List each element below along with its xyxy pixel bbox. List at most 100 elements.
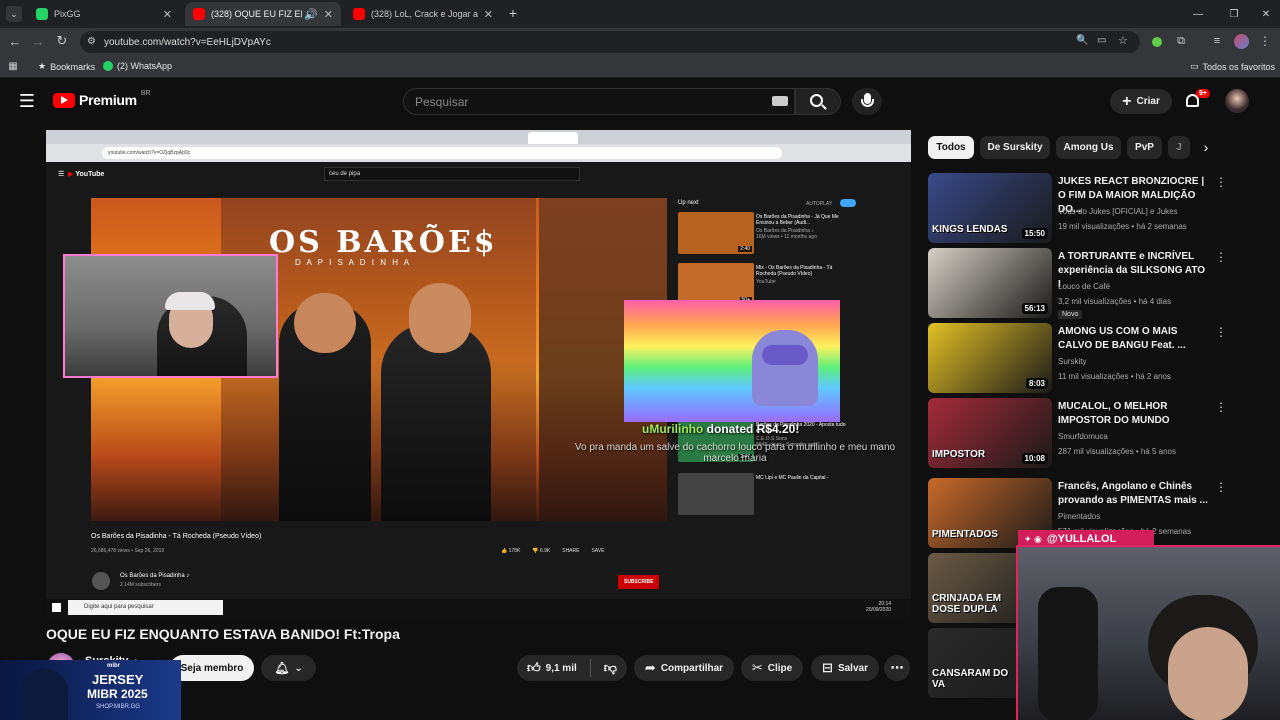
new-tab-button[interactable]: +: [505, 5, 521, 21]
recommended-video[interactable]: 56:13 A TORTURANTE e INCRÍVEL experiência…: [928, 248, 1228, 319]
url-text: youtube.com/watch?v=EeHLjDVpAYc: [104, 36, 271, 48]
close-tab-icon[interactable]: ✕: [163, 8, 172, 21]
recommended-channel[interactable]: Smurfdomuca: [1058, 432, 1108, 441]
whatsapp-bookmark[interactable]: (2) WhatsApp: [103, 61, 172, 71]
inner-like-count: 👍 178K: [501, 548, 521, 554]
video-thumbnail[interactable]: 8:03: [928, 323, 1052, 393]
logo-text: Premium: [79, 92, 137, 108]
extensions-puzzle-icon[interactable]: ⧉: [1174, 34, 1188, 48]
create-label: Criar: [1136, 96, 1160, 107]
more-options-icon[interactable]: ⋮: [1215, 400, 1227, 414]
save-button[interactable]: ⊟ Salvar: [811, 655, 879, 681]
recommended-video[interactable]: KINGS LENDAS 15:50 JUKES REACT BRONZIOCRE …: [928, 173, 1228, 243]
tab-lol-video[interactable]: (328) LoL, Crack e Jogar a Vó d ✕: [345, 2, 501, 26]
video-thumbnail[interactable]: IMPOSTOR 10:08: [928, 398, 1052, 468]
forward-icon[interactable]: →: [31, 34, 45, 49]
band-member-left-face: [294, 293, 356, 353]
create-button[interactable]: + Criar: [1110, 89, 1172, 114]
inner-dislike-count: 👎 6.9K: [532, 548, 551, 554]
inner-share: SHARE: [562, 548, 580, 554]
more-options-icon[interactable]: ⋮: [1215, 250, 1227, 264]
browser-tab-bar: ⌄ PixGG ✕ (328) OQUE EU FIZ ENQUAN 🔊 ✕ (…: [0, 0, 1280, 28]
chip-from-surskity[interactable]: De Surskity: [980, 136, 1050, 159]
bookmark-star-icon[interactable]: ☆: [1118, 34, 1128, 47]
social-icons: ✦ ◉: [1024, 533, 1042, 544]
donation-amount: donated R$4.20!: [703, 422, 800, 436]
more-options-icon[interactable]: ⋮: [1215, 480, 1227, 494]
inner-upnext-thumb: 2:40: [678, 212, 754, 254]
cast-icon[interactable]: ▭: [1097, 35, 1106, 46]
restore-icon[interactable]: ❐: [1226, 6, 1242, 22]
member-label: Seja membro: [180, 662, 244, 674]
tab-active-video[interactable]: (328) OQUE EU FIZ ENQUAN 🔊 ✕: [185, 2, 341, 26]
chip-pvp[interactable]: PvP: [1127, 136, 1162, 159]
reload-icon[interactable]: ↻: [55, 33, 69, 48]
apps-grid-icon[interactable]: ▦: [7, 60, 19, 72]
recommended-channel[interactable]: Vods do Jukes [OFICIAL] e Jukes: [1058, 207, 1178, 216]
webcam-cap: [165, 292, 215, 310]
inner-upnext-text: MC Lipi e MC Paulin da Capital -: [756, 475, 851, 483]
minimize-icon[interactable]: —: [1190, 6, 1206, 22]
close-tab-icon[interactable]: ✕: [484, 8, 493, 21]
scissors-icon: ✂: [751, 660, 763, 675]
recommended-meta: 11 mil visualizações • há 2 anos: [1058, 372, 1171, 381]
share-arrow-icon: ➦: [644, 660, 656, 675]
like-button[interactable]: 👍︎ 9,1 mil 👎︎: [517, 655, 627, 681]
all-favorites-folder[interactable]: ▭ Todos os favoritos: [1190, 61, 1275, 72]
close-window-icon[interactable]: ✕: [1258, 6, 1274, 22]
inner-upnext-text: Os Barões da Pisadinha - Já Que Me Ensin…: [756, 214, 851, 240]
recommended-title[interactable]: Francês, Angolano e Chinês provando as P…: [1058, 480, 1210, 508]
bookmarks-label: Bookmarks: [50, 61, 96, 72]
reading-list-icon[interactable]: ≡: [1210, 34, 1224, 48]
audio-icon[interactable]: 🔊: [304, 8, 318, 21]
inner-upnext-text: Mix - Os Barões da Pisadinha - Tá Roched…: [756, 265, 851, 285]
profile-avatar[interactable]: [1234, 34, 1249, 49]
site-info-icon[interactable]: ⚙: [87, 36, 96, 47]
recommended-video[interactable]: 8:03 AMONG US COM O MAIS CALVO DE BANGU F…: [928, 323, 1228, 393]
promo-url: SHOP.MIBR.GG: [96, 704, 140, 710]
subscribed-bell-button[interactable]: 🔔︎ ⌄: [261, 655, 316, 681]
inner-autoplay-toggle: [840, 199, 856, 207]
close-tab-icon[interactable]: ✕: [324, 8, 333, 21]
search-input[interactable]: Pesquisar: [403, 88, 795, 115]
tab-search-icon[interactable]: ⌄: [6, 6, 22, 22]
whatsapp-label: (2) WhatsApp: [117, 61, 173, 71]
keyboard-icon[interactable]: [772, 96, 788, 106]
zoom-icon[interactable]: 🔍: [1076, 35, 1088, 46]
account-avatar[interactable]: [1225, 89, 1249, 113]
video-thumbnail[interactable]: 56:13: [928, 248, 1052, 318]
voice-search-button[interactable]: [852, 88, 882, 115]
youtube-premium-logo[interactable]: Premium BR: [53, 90, 151, 108]
more-options-icon[interactable]: ⋮: [1215, 325, 1227, 339]
more-options-icon[interactable]: ⋮: [1215, 175, 1227, 189]
back-icon[interactable]: ←: [8, 34, 22, 49]
more-actions-button[interactable]: ⋯: [884, 655, 910, 681]
clip-button[interactable]: ✂ Clipe: [741, 655, 803, 681]
bookmarks-folder[interactable]: ★ Bookmarks: [38, 61, 95, 72]
address-bar[interactable]: ⚙ youtube.com/watch?v=EeHLjDVpAYc 🔍 ▭ ☆: [80, 31, 1140, 53]
inner-up-next-label: Up next: [678, 200, 699, 206]
recommended-channel[interactable]: Pimentados: [1058, 512, 1100, 521]
search-button[interactable]: [795, 88, 841, 115]
tab-pixgg[interactable]: PixGG ✕: [28, 2, 180, 26]
share-button[interactable]: ➦ Compartilhar: [634, 655, 734, 681]
recommended-channel[interactable]: Surskity: [1058, 357, 1086, 366]
recommended-channel[interactable]: Louco de Café: [1058, 282, 1110, 291]
extension-green-icon[interactable]: [1152, 37, 1162, 47]
chip-partial[interactable]: J: [1168, 136, 1190, 159]
share-label: Compartilhar: [660, 662, 724, 674]
thumbs-down-icon[interactable]: 👎︎: [604, 660, 617, 676]
bookmark-icon: ⊟: [822, 660, 833, 675]
chevron-right-icon[interactable]: ›: [1198, 138, 1214, 156]
notifications-button[interactable]: 9+: [1184, 89, 1210, 110]
browser-menu-icon[interactable]: ⋮: [1258, 34, 1272, 48]
reactor-face: [1168, 627, 1248, 720]
chip-among-us[interactable]: Among Us: [1056, 136, 1121, 159]
chip-all[interactable]: Todos: [928, 136, 974, 159]
recommended-video[interactable]: IMPOSTOR 10:08 MUCALOL, O MELHOR IMPOSTOR …: [928, 398, 1228, 468]
video-thumbnail[interactable]: KINGS LENDAS 15:50: [928, 173, 1052, 243]
hamburger-menu-icon[interactable]: ☰: [18, 91, 36, 111]
recommended-title[interactable]: MUCALOL, O MELHOR IMPOSTOR DO MUNDO: [1058, 400, 1210, 428]
recommended-title[interactable]: AMONG US COM O MAIS CALVO DE BANGU Feat.…: [1058, 325, 1210, 353]
join-membership-button[interactable]: Seja membro: [170, 655, 254, 681]
